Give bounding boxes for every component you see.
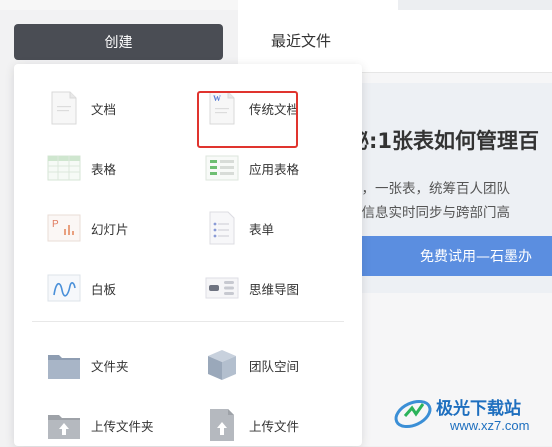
create-dropdown-menu: 文档 W 传统文档 表格 应用表格 P 幻灯片 表单 白板 思维导图 文件夹 团… bbox=[14, 64, 362, 446]
spreadsheet-icon bbox=[46, 150, 82, 186]
menu-divider bbox=[32, 321, 344, 322]
menu-item-label: 上传文件夹 bbox=[91, 418, 154, 434]
banner-text-line-1: 间，一张表，统筹百人团队 bbox=[348, 181, 510, 197]
document-icon bbox=[46, 90, 82, 126]
menu-item-app-table[interactable]: 应用表格 bbox=[204, 150, 299, 186]
menu-item-label: 幻灯片 bbox=[91, 221, 129, 237]
menu-item-label: 思维导图 bbox=[249, 281, 300, 297]
team-space-icon bbox=[204, 347, 240, 383]
banner-title: 秘:1张表如何管理百 bbox=[348, 129, 540, 153]
free-trial-button[interactable]: 免费试用—石墨办 bbox=[348, 236, 552, 276]
create-button[interactable]: 创建 bbox=[14, 24, 223, 60]
whiteboard-icon bbox=[46, 270, 82, 306]
menu-item-team-space[interactable]: 团队空间 bbox=[204, 347, 299, 383]
upload-folder-icon bbox=[46, 407, 82, 443]
watermark: 极光下载站 www.xz7.com bbox=[392, 392, 550, 442]
menu-item-form[interactable]: 表单 bbox=[204, 210, 274, 246]
menu-item-sheet[interactable]: 表格 bbox=[46, 150, 116, 186]
top-bar-segment bbox=[398, 0, 552, 10]
menu-item-label: 表格 bbox=[91, 161, 117, 177]
menu-item-doc[interactable]: 文档 bbox=[46, 90, 116, 126]
banner-text-line-2: ，信息实时同步与跨部门高 bbox=[348, 205, 510, 221]
menu-item-folder[interactable]: 文件夹 bbox=[46, 347, 129, 383]
watermark-logo-icon bbox=[392, 394, 434, 438]
menu-item-label: 上传文件 bbox=[249, 418, 300, 434]
menu-item-label: 文件夹 bbox=[91, 358, 129, 374]
menu-item-label: 白板 bbox=[91, 281, 117, 297]
slides-icon: P bbox=[46, 210, 82, 246]
app-table-icon bbox=[204, 150, 240, 186]
mindmap-icon bbox=[204, 270, 240, 306]
menu-item-upload-folder[interactable]: 上传文件夹 bbox=[46, 407, 154, 443]
highlight-box bbox=[197, 91, 298, 148]
watermark-url: www.xz7.com bbox=[450, 418, 530, 433]
sidebar-topbar bbox=[0, 0, 238, 10]
menu-item-label: 表单 bbox=[249, 221, 275, 237]
menu-item-upload-file[interactable]: 上传文件 bbox=[204, 407, 299, 443]
menu-item-whiteboard[interactable]: 白板 bbox=[46, 270, 116, 306]
menu-item-label: 应用表格 bbox=[249, 161, 300, 177]
page-title: 最近文件 bbox=[271, 32, 332, 50]
form-icon bbox=[204, 210, 240, 246]
menu-item-label: 团队空间 bbox=[249, 358, 300, 374]
menu-item-label: 文档 bbox=[91, 101, 117, 117]
folder-icon bbox=[46, 347, 82, 383]
menu-item-slides[interactable]: P 幻灯片 bbox=[46, 210, 129, 246]
watermark-text: 极光下载站 bbox=[436, 399, 521, 419]
svg-text:P: P bbox=[52, 219, 59, 230]
menu-item-mindmap[interactable]: 思维导图 bbox=[204, 270, 299, 306]
upload-file-icon bbox=[204, 407, 240, 443]
